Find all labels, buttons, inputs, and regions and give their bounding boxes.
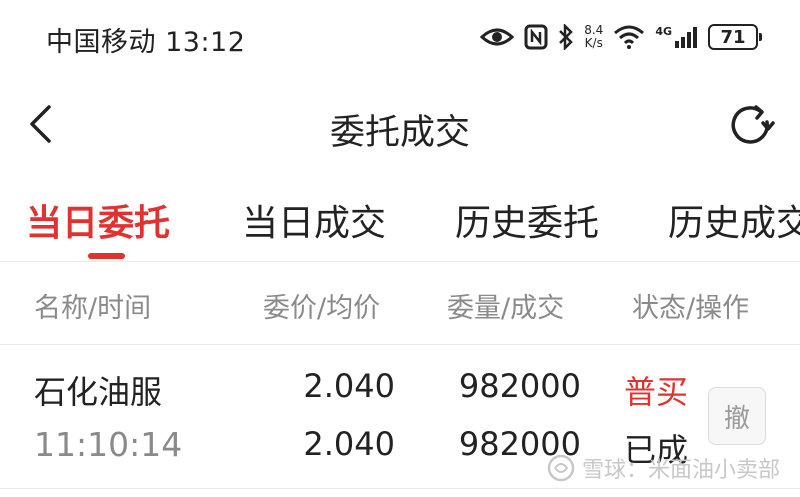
tab-bar: 当日委托 当日成交 历史委托 历史成交 bbox=[0, 184, 800, 260]
network-speed: 8.4 K/s bbox=[584, 24, 603, 50]
average-price: 2.040 bbox=[303, 425, 395, 463]
cellular-signal-icon: 4G bbox=[655, 25, 698, 49]
order-direction: 普买 bbox=[624, 373, 689, 411]
refresh-button[interactable] bbox=[726, 102, 776, 148]
order-quantity: 982000 bbox=[458, 367, 581, 405]
wifi-icon bbox=[613, 25, 645, 49]
battery-level: 71 bbox=[720, 26, 746, 48]
divider bbox=[0, 488, 800, 489]
order-time: 11:10:14 bbox=[34, 425, 183, 464]
watermark: 雪球：米面油小卖部 bbox=[546, 452, 780, 484]
stock-name: 石化油服 bbox=[34, 373, 163, 411]
tab-history-trades[interactable]: 历史成交 bbox=[668, 194, 800, 246]
page-title: 委托成交 bbox=[329, 113, 470, 153]
network-type-label: 4G bbox=[655, 25, 672, 38]
column-header-status-action: 状态/操作 bbox=[632, 293, 750, 324]
nav-bar: 委托成交 bbox=[0, 86, 800, 164]
eye-icon bbox=[480, 25, 515, 49]
tab-today-orders[interactable]: 当日委托 bbox=[26, 194, 170, 246]
table-header: 名称/时间 委价/均价 委量/成交 状态/操作 bbox=[0, 262, 800, 344]
cancel-order-button[interactable]: 撤 bbox=[708, 387, 766, 445]
carrier-name: 中国移动 bbox=[46, 27, 156, 58]
bluetooth-icon bbox=[558, 24, 574, 50]
tab-today-trades[interactable]: 当日成交 bbox=[242, 194, 386, 246]
status-bar: 中国移动 13:12 8.4 K/s 4G 71 bbox=[0, 0, 800, 76]
order-price: 2.040 bbox=[303, 367, 395, 405]
nfc-icon bbox=[524, 24, 548, 50]
column-header-price: 委价/均价 bbox=[263, 293, 381, 324]
network-speed-unit: K/s bbox=[584, 36, 603, 50]
column-header-quantity: 委量/成交 bbox=[447, 293, 565, 324]
watermark-text: 雪球：米面油小卖部 bbox=[581, 458, 780, 483]
status-carrier-time: 中国移动 13:12 bbox=[46, 20, 245, 59]
clock: 13:12 bbox=[165, 27, 246, 58]
snowball-logo-icon bbox=[546, 453, 576, 483]
refresh-icon bbox=[731, 105, 775, 144]
tab-history-orders[interactable]: 历史委托 bbox=[455, 194, 599, 246]
column-header-name-time: 名称/时间 bbox=[34, 293, 152, 324]
status-icons: 8.4 K/s 4G 71 bbox=[480, 20, 762, 54]
active-tab-indicator bbox=[88, 253, 125, 259]
battery-indicator: 71 bbox=[708, 24, 762, 50]
